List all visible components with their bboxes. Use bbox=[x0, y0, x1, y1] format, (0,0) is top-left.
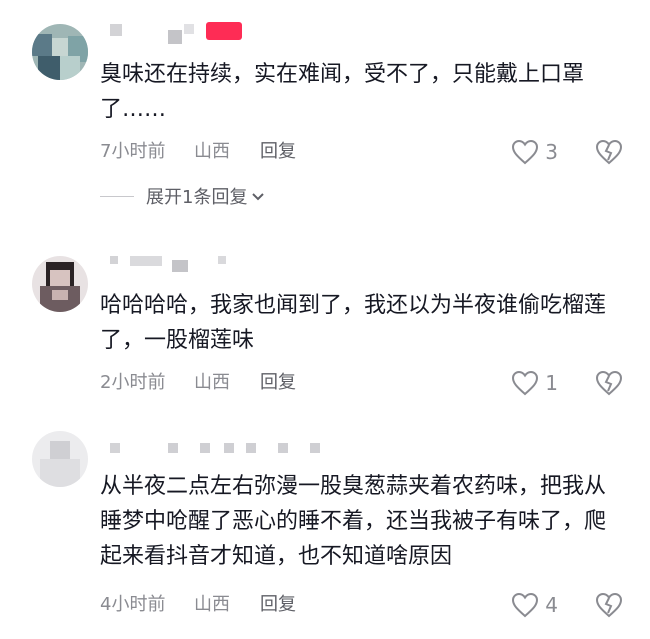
comment-meta: 2小时前 山西 回复 bbox=[100, 371, 350, 395]
heart-outline-icon bbox=[512, 370, 539, 396]
divider bbox=[100, 195, 134, 197]
reply-button[interactable]: 回复 bbox=[260, 593, 296, 617]
username[interactable] bbox=[100, 22, 250, 44]
username[interactable] bbox=[100, 256, 250, 272]
like-button[interactable]: 3 bbox=[511, 137, 558, 167]
comment-time: 7小时前 bbox=[100, 141, 166, 162]
comment-meta: 7小时前 山西 回复 bbox=[100, 140, 350, 164]
author-badge bbox=[206, 22, 242, 40]
comment-location: 山西 bbox=[194, 594, 230, 615]
avatar[interactable] bbox=[32, 24, 88, 80]
comment-time: 4小时前 bbox=[100, 594, 166, 615]
heart-outline-icon bbox=[512, 592, 539, 618]
like-count: 3 bbox=[545, 140, 558, 164]
like-count: 4 bbox=[545, 593, 558, 617]
comment-text: 臭味还在持续，实在难闻，受不了，只能戴上口罩了…… bbox=[100, 62, 585, 122]
comment-text: 从半夜二点左右弥漫一股臭葱蒜夹着农药味，把我从睡梦中呛醒了恶心的睡不着，还当我被… bbox=[100, 474, 607, 569]
comment-meta: 4小时前 山西 回复 bbox=[100, 593, 350, 617]
comment-location: 山西 bbox=[194, 372, 230, 393]
like-button[interactable]: 1 bbox=[511, 368, 558, 398]
chevron-down-icon bbox=[252, 193, 265, 201]
avatar[interactable] bbox=[32, 431, 88, 487]
like-button[interactable]: 4 bbox=[511, 590, 558, 620]
broken-heart-icon[interactable] bbox=[594, 368, 624, 398]
reply-button[interactable]: 回复 bbox=[260, 140, 296, 164]
broken-heart-icon[interactable] bbox=[594, 137, 624, 167]
like-count: 1 bbox=[545, 371, 558, 395]
heart-outline-icon bbox=[512, 139, 539, 165]
comment-time: 2小时前 bbox=[100, 372, 166, 393]
avatar[interactable] bbox=[32, 256, 88, 312]
expand-replies-button[interactable]: 展开1条回复 bbox=[100, 184, 265, 208]
username[interactable] bbox=[100, 443, 330, 459]
comment-location: 山西 bbox=[194, 141, 230, 162]
reply-button[interactable]: 回复 bbox=[260, 371, 296, 395]
comment-text: 哈哈哈哈，我家也闻到了，我还以为半夜谁偷吃榴莲了，一股榴莲味 bbox=[100, 293, 607, 353]
expand-replies-label: 展开1条回复 bbox=[146, 187, 248, 208]
broken-heart-icon[interactable] bbox=[594, 590, 624, 620]
